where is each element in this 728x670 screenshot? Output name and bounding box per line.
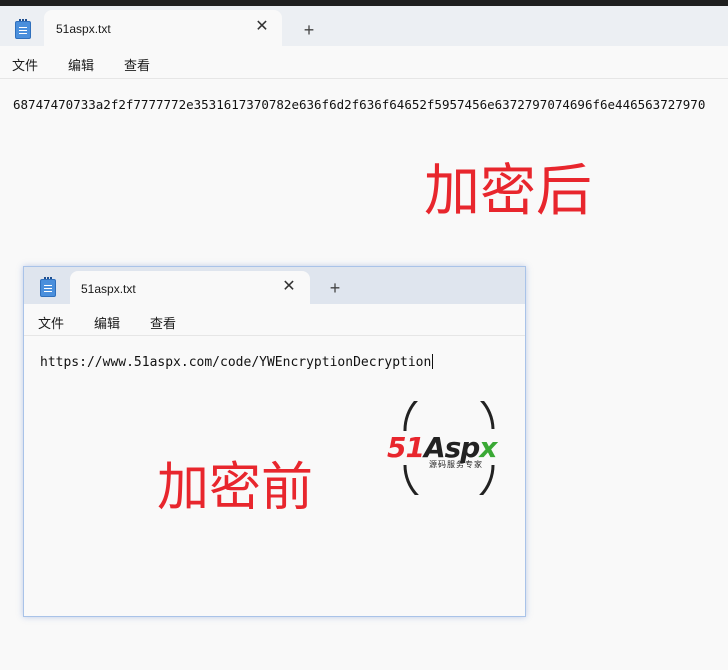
menu-divider	[0, 78, 728, 79]
tab-title: 51aspx.txt	[56, 22, 111, 36]
notepad-icon	[15, 19, 31, 39]
51aspx-logo: 51Aspx 源码服务专家	[385, 401, 513, 495]
main-tab-51aspx[interactable]: 51aspx.txt ✕	[44, 10, 282, 46]
menu-file[interactable]: 文件	[38, 313, 64, 332]
tab-title: 51aspx.txt	[81, 282, 136, 296]
menu-view[interactable]: 查看	[150, 313, 176, 332]
inner-tab-51aspx[interactable]: 51aspx.txt ✕	[70, 271, 310, 304]
url-text: https://www.51aspx.com/code/YWEncryption…	[40, 355, 432, 370]
menu-view[interactable]: 查看	[124, 55, 150, 74]
logo-subtitle: 源码服务专家	[429, 460, 483, 469]
plus-icon[interactable]: +	[300, 21, 318, 39]
text-caret	[432, 354, 434, 369]
annotation-after-encryption: 加密后	[424, 159, 592, 224]
main-menu-bar: 文件 编辑 查看	[0, 46, 728, 78]
notepad-icon	[40, 277, 56, 297]
inner-menu-bar: 文件 编辑 查看	[24, 304, 525, 336]
inner-tab-bar: 51aspx.txt ✕ +	[24, 267, 525, 304]
menu-divider	[24, 335, 525, 336]
inner-editor-text[interactable]: https://www.51aspx.com/code/YWEncryption…	[40, 354, 434, 370]
close-icon[interactable]: ✕	[281, 279, 297, 295]
close-icon[interactable]: ✕	[254, 19, 270, 35]
menu-edit[interactable]: 编辑	[68, 55, 94, 74]
menu-edit[interactable]: 编辑	[94, 313, 120, 332]
main-tab-bar: 51aspx.txt ✕ +	[0, 6, 728, 46]
plus-icon[interactable]: +	[326, 279, 344, 297]
menu-file[interactable]: 文件	[12, 55, 38, 74]
logo-red-part: 51	[387, 431, 425, 464]
annotation-before-encryption: 加密前	[157, 458, 314, 518]
main-editor-text[interactable]: 68747470733a2f2f7777772e3531617370782e63…	[13, 97, 728, 112]
